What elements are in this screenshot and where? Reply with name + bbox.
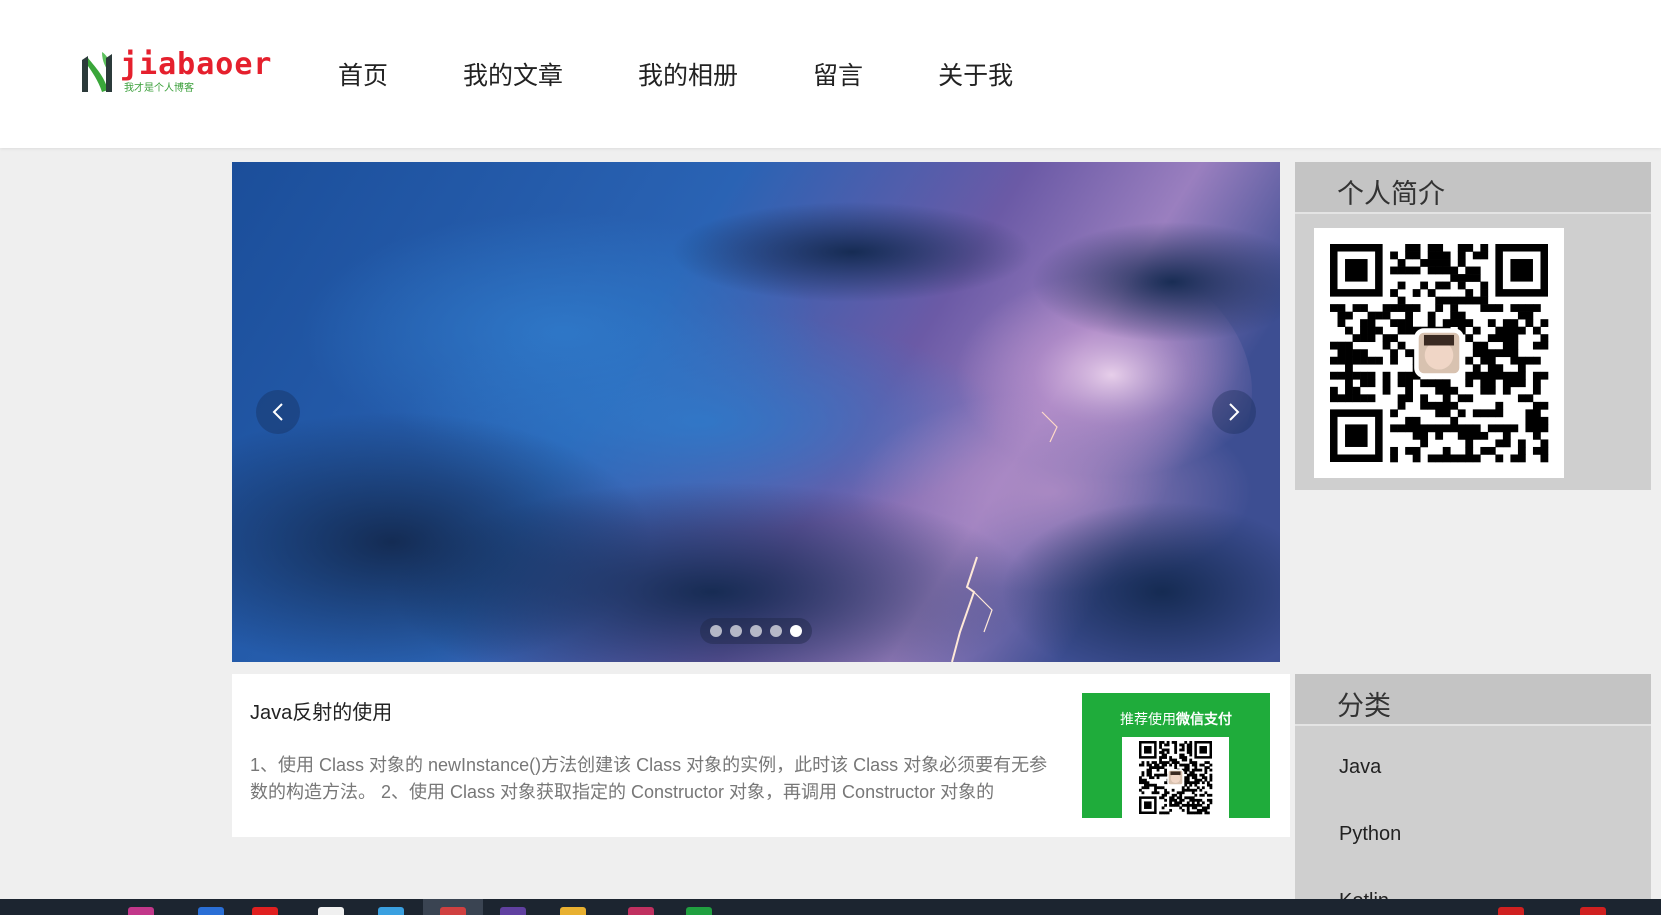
taskbar-app-icon[interactable] [318, 907, 344, 915]
profile-card-title: 个人简介 [1337, 179, 1445, 209]
category-item-python[interactable]: Python [1339, 823, 1401, 846]
taskbar-app-icon[interactable] [198, 907, 224, 915]
profile-card: 个人简介 [1295, 162, 1651, 490]
main-nav: 首页 我的文章 我的相册 留言 关于我 [338, 56, 1013, 96]
nav-item-about[interactable]: 关于我 [938, 56, 1013, 96]
logo-leaf-icon [82, 52, 112, 92]
category-card-title: 分类 [1337, 691, 1391, 721]
logo-tagline: 我才是个人博客 [124, 83, 194, 94]
carousel-next-button[interactable] [1212, 390, 1256, 434]
site-logo[interactable]: jiabaoer 我才是个人博客 [78, 46, 272, 98]
profile-qr-code [1314, 228, 1564, 478]
taskbar-app-icon[interactable] [128, 907, 154, 915]
carousel-dot[interactable] [770, 625, 782, 637]
taskbar-folder-icon[interactable] [560, 907, 586, 915]
taskbar-app-icon[interactable] [252, 907, 278, 915]
taskbar-tray-icon[interactable] [1498, 907, 1524, 915]
taskbar-browser-icon[interactable] [440, 907, 466, 915]
nav-item-articles[interactable]: 我的文章 [463, 56, 563, 96]
wechat-pay-label: 推荐使用微信支付 [1120, 711, 1232, 727]
nav-item-home[interactable]: 首页 [338, 56, 388, 96]
carousel-dot[interactable] [710, 625, 722, 637]
nav-item-guestbook[interactable]: 留言 [813, 56, 863, 96]
carousel-indicators [700, 618, 812, 644]
article-card[interactable]: Java反射的使用 1、使用 Class 对象的 newInstance()方法… [232, 674, 1290, 837]
logo-wordmark: jiabaoer [120, 47, 273, 82]
taskbar-tray-icon[interactable] [1580, 907, 1606, 915]
site-header: jiabaoer 我才是个人博客 首页 我的文章 我的相册 留言 关于我 [0, 0, 1661, 148]
taskbar-app-icon[interactable] [378, 907, 404, 915]
category-card-header: 分类 [1295, 674, 1651, 726]
hero-carousel[interactable] [232, 162, 1280, 662]
chevron-right-icon [1229, 403, 1240, 421]
category-item-java[interactable]: Java [1339, 756, 1381, 779]
storm-clouds-image [232, 162, 1280, 662]
article-excerpt: 1、使用 Class 对象的 newInstance()方法创建该 Class … [250, 755, 1048, 802]
article-title[interactable]: Java反射的使用 [250, 696, 392, 725]
os-taskbar [0, 899, 1661, 915]
carousel-dot[interactable] [750, 625, 762, 637]
category-card: 分类 Java Python Kotlin [1295, 674, 1651, 915]
wechat-pay-qr-code [1122, 737, 1229, 818]
carousel-dot-active[interactable] [790, 625, 802, 637]
carousel-prev-button[interactable] [256, 390, 300, 434]
chevron-left-icon [272, 403, 283, 421]
wechat-pay-box: 推荐使用微信支付 [1082, 693, 1270, 818]
profile-card-header: 个人简介 [1295, 162, 1651, 214]
carousel-dot[interactable] [730, 625, 742, 637]
taskbar-app-icon[interactable] [686, 907, 712, 915]
nav-item-album[interactable]: 我的相册 [638, 56, 738, 96]
taskbar-app-icon[interactable] [500, 907, 526, 915]
taskbar-app-icon[interactable] [628, 907, 654, 915]
